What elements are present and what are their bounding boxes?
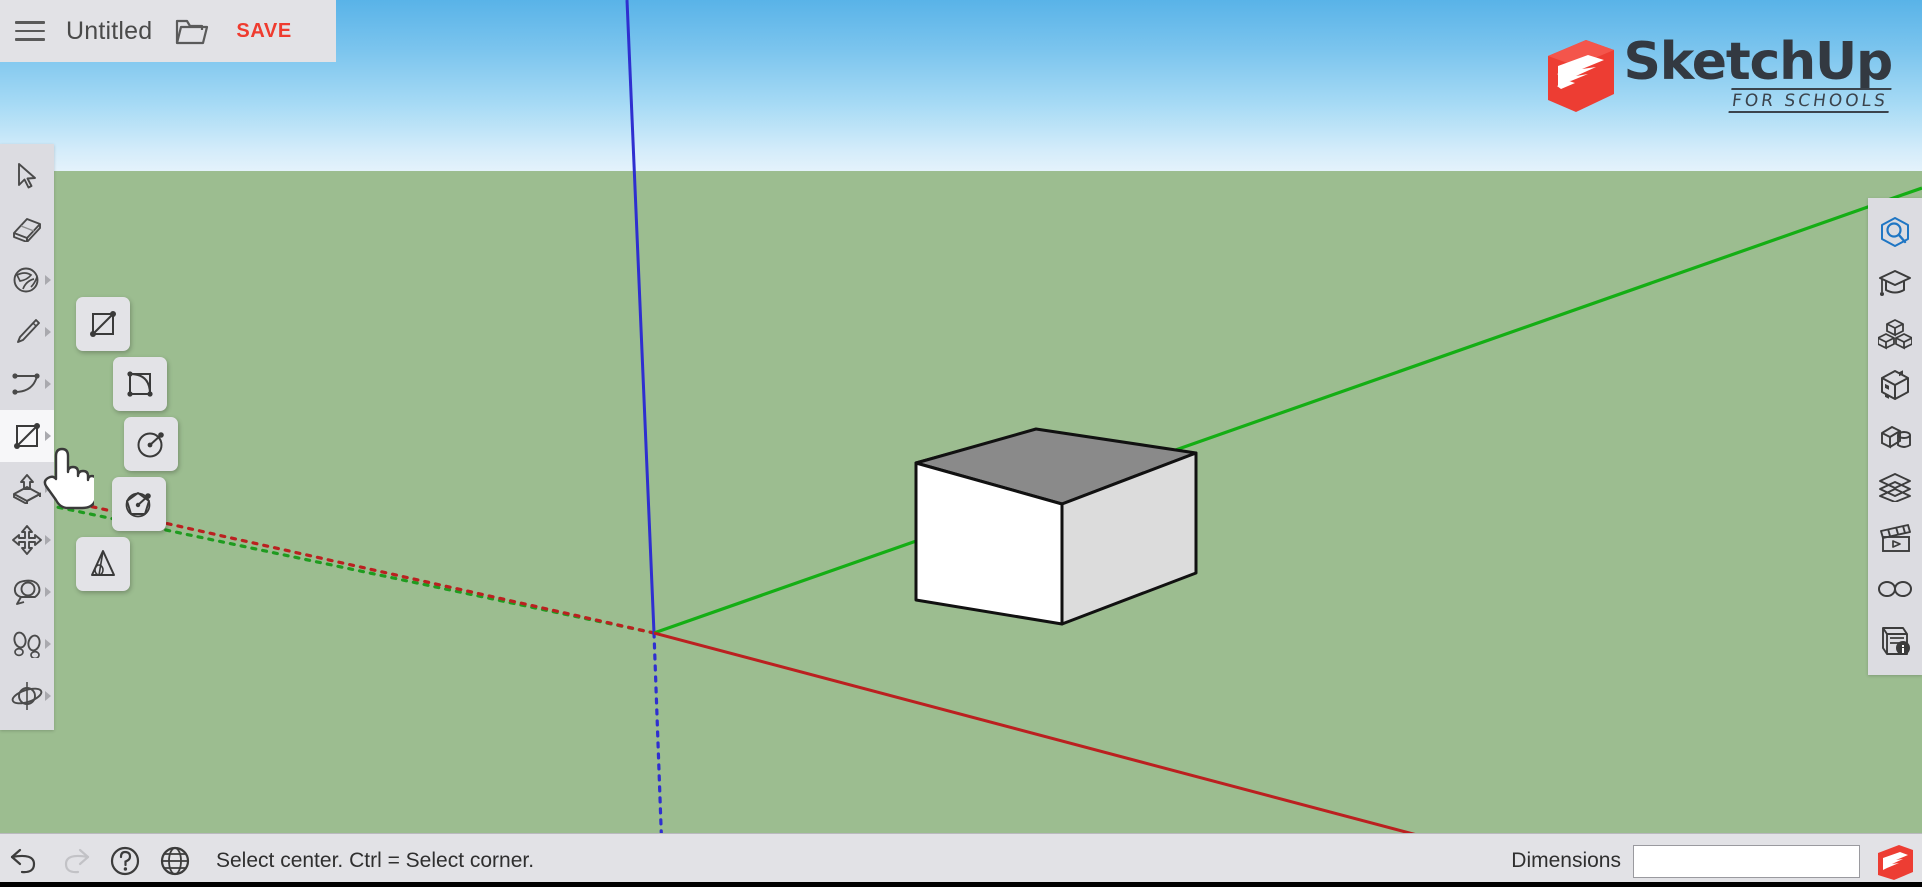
- tool-paint[interactable]: [0, 254, 54, 306]
- axes-and-model-layer: [0, 0, 1922, 853]
- flyout-arrow: [45, 483, 51, 493]
- red-axis-positive: [653, 631, 1486, 853]
- flyout-polygon[interactable]: [112, 477, 166, 531]
- tool-push-pull[interactable]: [0, 462, 54, 514]
- question-circle-icon: [110, 846, 140, 875]
- flyout-arrow: [45, 535, 51, 545]
- blue-axis-up: [625, 0, 656, 634]
- save-button[interactable]: SAVE: [226, 14, 301, 49]
- tool-eraser[interactable]: [0, 202, 54, 254]
- language-button[interactable]: [150, 834, 200, 887]
- top-bar: Untitled SAVE: [0, 0, 336, 62]
- flyout-arrow: [45, 431, 51, 441]
- left-tool-palette: [0, 144, 54, 730]
- sketchup-app-window: Untitled SAVE SketchUp FOR SCHOOLS Selec…: [0, 0, 1922, 887]
- flyout-arrow: [45, 275, 51, 285]
- move-arrows-icon: [12, 525, 42, 555]
- dimensions-label: Dimensions: [1511, 849, 1621, 872]
- flyout-rotated-rectangle[interactable]: [113, 357, 167, 411]
- blue-axis-down: [652, 631, 664, 853]
- panel-instructor[interactable]: [1868, 257, 1922, 308]
- status-bar: Select center. Ctrl = Select corner. Dim…: [0, 833, 1922, 887]
- redo-arrow-icon: [64, 848, 90, 873]
- green-axis-positive: [653, 186, 1922, 635]
- tool-orbit[interactable]: [0, 670, 54, 722]
- styles-icon: [1881, 425, 1911, 449]
- panel-styles[interactable]: [1868, 410, 1922, 461]
- tool-walk[interactable]: [0, 618, 54, 670]
- rotated-rectangle-icon: [127, 371, 153, 397]
- panel-search[interactable]: [1868, 206, 1922, 257]
- tape-measure-icon: [13, 579, 41, 605]
- arc-icon: [12, 373, 40, 395]
- rectangle-icon: [14, 423, 40, 449]
- flyout-circle[interactable]: [124, 417, 178, 471]
- tool-line[interactable]: [0, 306, 54, 358]
- undo-arrow-icon: [10, 848, 36, 873]
- layers-stack-icon: [1879, 472, 1911, 502]
- panel-scenes[interactable]: [1868, 512, 1922, 563]
- flyout-arrow: [45, 379, 51, 389]
- redo-button[interactable]: [50, 834, 100, 887]
- tool-arc[interactable]: [0, 358, 54, 410]
- panel-components[interactable]: [1868, 308, 1922, 359]
- footprints-icon: [13, 631, 41, 658]
- cube-search-icon: [1881, 216, 1909, 247]
- panel-layers[interactable]: [1868, 461, 1922, 512]
- flyout-arrow: [45, 691, 51, 701]
- undo-button[interactable]: [0, 834, 50, 887]
- tool-select[interactable]: [0, 150, 54, 202]
- panel-materials[interactable]: [1868, 359, 1922, 410]
- flyout-shapes[interactable]: [76, 537, 130, 591]
- box-model: [914, 427, 1198, 626]
- panel-display[interactable]: [1868, 563, 1922, 614]
- glasses-icon: [1878, 580, 1912, 597]
- sketchup-logo-button[interactable]: [1874, 842, 1916, 887]
- paint-bucket-icon: [13, 267, 39, 293]
- flyout-arrow: [45, 327, 51, 337]
- flyout-arrow: [45, 587, 51, 597]
- rectangle-icon: [90, 311, 116, 337]
- globe-icon: [160, 846, 190, 875]
- graduation-cap-icon: [1879, 269, 1911, 296]
- tool-move[interactable]: [0, 514, 54, 566]
- arrow-cursor-icon: [18, 163, 36, 189]
- dimensions-group: Dimensions: [1511, 834, 1860, 887]
- dimensions-input[interactable]: [1633, 844, 1860, 878]
- folder-open-icon[interactable]: [168, 0, 216, 62]
- tool-rectangle[interactable]: [0, 410, 54, 462]
- flyout-rectangle[interactable]: [76, 297, 130, 351]
- right-panel-palette: [1868, 198, 1922, 675]
- components-icon: [1878, 318, 1912, 349]
- flyout-arrow: [45, 639, 51, 649]
- materials-cube-icon: [1881, 369, 1909, 400]
- shapes-3d-icon: [91, 550, 115, 576]
- document-title[interactable]: Untitled: [66, 17, 152, 46]
- circle-icon: [137, 432, 164, 458]
- orbit-icon: [11, 682, 43, 710]
- 3d-viewport[interactable]: [0, 0, 1922, 853]
- status-message: Select center. Ctrl = Select corner.: [216, 848, 535, 872]
- eraser-icon: [13, 218, 41, 242]
- hamburger-menu-icon[interactable]: [0, 0, 60, 62]
- entity-info-icon: [1882, 626, 1910, 655]
- clapperboard-icon: [1880, 523, 1911, 552]
- help-button[interactable]: [100, 834, 150, 887]
- sketchup-logo-icon: [1878, 845, 1913, 880]
- panel-entity-info[interactable]: [1868, 614, 1922, 665]
- tool-tape-measure[interactable]: [0, 566, 54, 618]
- pencil-icon: [17, 319, 40, 343]
- push-pull-icon: [13, 474, 41, 504]
- polygon-icon: [125, 492, 151, 518]
